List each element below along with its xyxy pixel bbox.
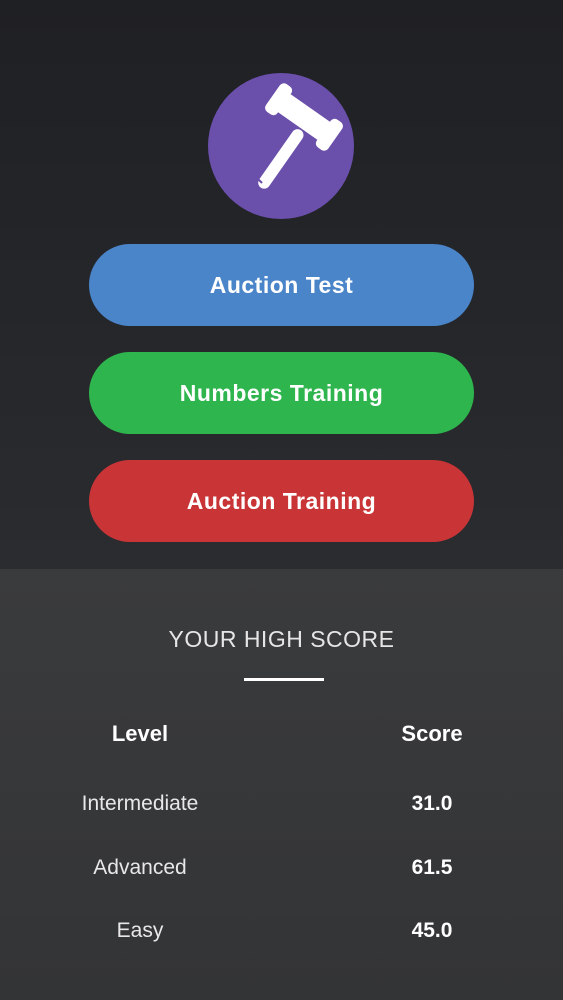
score-row-level: Intermediate [81,792,199,815]
score-row-level: Advanced [93,856,187,879]
score-row-level: Easy [116,919,164,942]
app-logo [208,73,354,219]
score-row-value: 45.0 [411,919,453,942]
numbers-training-button[interactable]: Numbers Training [89,352,474,434]
score-column-header: Score [401,721,463,746]
score-row-value: 61.5 [411,856,453,879]
high-score-title: YOUR HIGH SCORE [168,626,395,652]
gavel-icon [251,83,343,190]
title-divider [244,678,324,681]
level-column-header: Level [111,721,169,746]
auction-test-button[interactable]: Auction Test [89,244,474,326]
auction-training-button[interactable]: Auction Training [89,460,474,542]
app-screen: Auction Test Numbers Training Auction Tr… [0,0,563,1000]
score-row-value: 31.0 [411,792,453,815]
menu-panel: Auction Test Numbers Training Auction Tr… [0,0,563,569]
high-score-panel: YOUR HIGH SCORE Level Score Intermediate… [0,569,563,1000]
